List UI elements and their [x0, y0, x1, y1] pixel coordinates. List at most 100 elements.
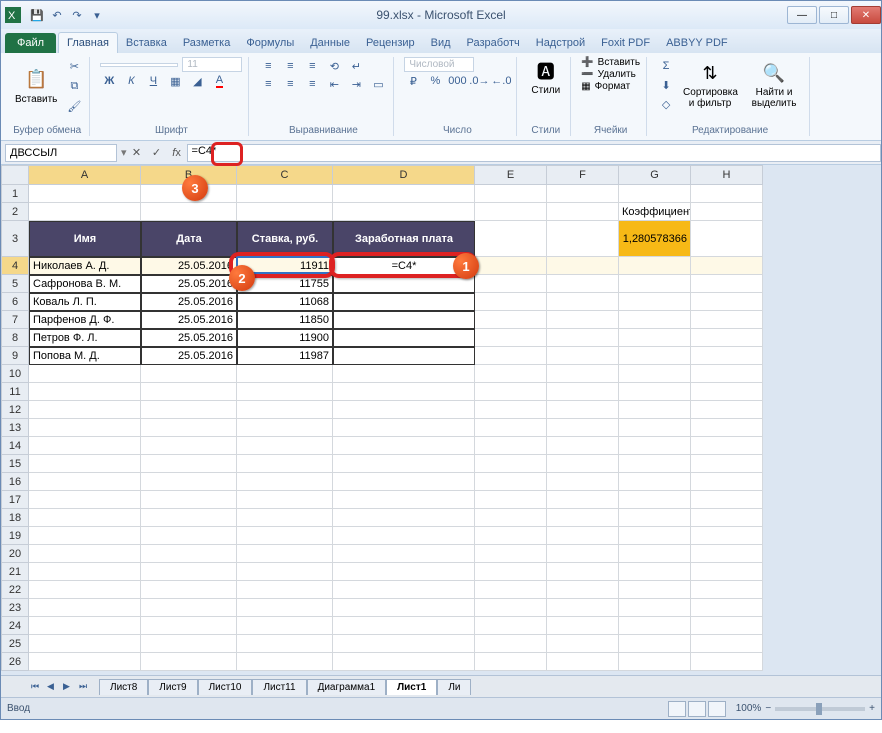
row-header-6[interactable]: 6 — [1, 293, 29, 311]
cell-B22[interactable] — [141, 581, 237, 599]
spreadsheet-grid[interactable]: КоэффициентИмяДатаСтавка, руб.Заработная… — [29, 185, 763, 675]
tab-layout[interactable]: Разметка — [175, 33, 239, 53]
cell-B25[interactable] — [141, 635, 237, 653]
cell-A21[interactable] — [29, 563, 141, 581]
cell-F23[interactable] — [547, 599, 619, 617]
styles-button[interactable]: 🅰Стили — [527, 57, 564, 98]
cell-D11[interactable] — [333, 383, 475, 401]
cells-insert-button[interactable]: ➕Вставить — [581, 57, 640, 68]
cell-F6[interactable] — [547, 293, 619, 311]
tab-review[interactable]: Рецензир — [358, 33, 423, 53]
cells-format-button[interactable]: ▦Формат — [581, 81, 640, 92]
cell-B11[interactable] — [141, 383, 237, 401]
number-format-select[interactable]: Числовой — [404, 57, 474, 72]
cell-F5[interactable] — [547, 275, 619, 293]
cell-B3[interactable]: Дата — [141, 221, 237, 257]
tab-prev-icon[interactable]: ◀ — [47, 681, 61, 692]
row-header-23[interactable]: 23 — [1, 599, 29, 617]
cell-E15[interactable] — [475, 455, 547, 473]
cell-D1[interactable] — [333, 185, 475, 203]
cell-E22[interactable] — [475, 581, 547, 599]
cell-D24[interactable] — [333, 617, 475, 635]
file-tab[interactable]: Файл — [5, 33, 56, 53]
cell-D25[interactable] — [333, 635, 475, 653]
cell-F10[interactable] — [547, 365, 619, 383]
dec-decimal-icon[interactable]: ←.0 — [492, 72, 510, 90]
undo-icon[interactable]: ↶ — [49, 7, 65, 23]
italic-icon[interactable]: К — [122, 72, 140, 90]
cell-G10[interactable] — [619, 365, 691, 383]
sheet-tab-Лист1[interactable]: Лист1 — [386, 679, 437, 695]
cancel-formula-icon[interactable]: ✕ — [127, 144, 147, 162]
clear-icon[interactable]: ◇ — [657, 95, 675, 113]
cell-H5[interactable] — [691, 275, 763, 293]
autosum-icon[interactable]: Σ — [657, 57, 675, 75]
cell-G16[interactable] — [619, 473, 691, 491]
tab-abbyy[interactable]: ABBYY PDF — [658, 33, 736, 53]
tab-insert[interactable]: Вставка — [118, 33, 175, 53]
row-header-17[interactable]: 17 — [1, 491, 29, 509]
cell-F2[interactable] — [547, 203, 619, 221]
cell-E14[interactable] — [475, 437, 547, 455]
cell-F7[interactable] — [547, 311, 619, 329]
cell-B14[interactable] — [141, 437, 237, 455]
cell-F12[interactable] — [547, 401, 619, 419]
cells-delete-button[interactable]: ➖Удалить — [581, 69, 640, 80]
sheet-tab-Ли[interactable]: Ли — [437, 679, 471, 695]
cell-C11[interactable] — [237, 383, 333, 401]
fill-icon[interactable]: ⬇ — [657, 76, 675, 94]
cell-G20[interactable] — [619, 545, 691, 563]
cell-B10[interactable] — [141, 365, 237, 383]
close-button[interactable]: ✕ — [851, 6, 881, 24]
cell-H12[interactable] — [691, 401, 763, 419]
cell-B17[interactable] — [141, 491, 237, 509]
cell-B13[interactable] — [141, 419, 237, 437]
cell-G22[interactable] — [619, 581, 691, 599]
cell-E7[interactable] — [475, 311, 547, 329]
cell-F25[interactable] — [547, 635, 619, 653]
align-mid-icon[interactable]: ≡ — [281, 57, 299, 75]
cell-C22[interactable] — [237, 581, 333, 599]
row-header-24[interactable]: 24 — [1, 617, 29, 635]
cell-G4[interactable] — [619, 257, 691, 275]
cell-E21[interactable] — [475, 563, 547, 581]
cell-E20[interactable] — [475, 545, 547, 563]
cell-B8[interactable]: 25.05.2016 — [141, 329, 237, 347]
cell-B20[interactable] — [141, 545, 237, 563]
cell-G13[interactable] — [619, 419, 691, 437]
cell-A2[interactable] — [29, 203, 141, 221]
cell-D26[interactable] — [333, 653, 475, 671]
col-header-D[interactable]: D — [333, 165, 475, 185]
cell-D2[interactable] — [333, 203, 475, 221]
row-header-14[interactable]: 14 — [1, 437, 29, 455]
insert-function-icon[interactable]: fx — [167, 144, 187, 162]
currency-icon[interactable]: ₽ — [404, 72, 422, 90]
cell-D6[interactable] — [333, 293, 475, 311]
cell-D9[interactable] — [333, 347, 475, 365]
cell-C19[interactable] — [237, 527, 333, 545]
cell-F15[interactable] — [547, 455, 619, 473]
cell-D13[interactable] — [333, 419, 475, 437]
cell-H6[interactable] — [691, 293, 763, 311]
sheet-tab-Диаграмма1[interactable]: Диаграмма1 — [307, 679, 387, 695]
cell-E24[interactable] — [475, 617, 547, 635]
tab-first-icon[interactable]: ⏮ — [31, 681, 45, 692]
view-break-icon[interactable] — [708, 701, 726, 717]
cell-C21[interactable] — [237, 563, 333, 581]
col-header-C[interactable]: C — [237, 165, 333, 185]
cell-H16[interactable] — [691, 473, 763, 491]
cell-F4[interactable] — [547, 257, 619, 275]
align-left-icon[interactable]: ≡ — [259, 75, 277, 93]
cell-A16[interactable] — [29, 473, 141, 491]
border-icon[interactable]: ▦ — [166, 72, 184, 90]
cell-G5[interactable] — [619, 275, 691, 293]
cell-E3[interactable] — [475, 221, 547, 257]
cell-G23[interactable] — [619, 599, 691, 617]
cell-G7[interactable] — [619, 311, 691, 329]
cell-B9[interactable]: 25.05.2016 — [141, 347, 237, 365]
cell-E5[interactable] — [475, 275, 547, 293]
col-header-B[interactable]: B — [141, 165, 237, 185]
tab-developer[interactable]: Разработч — [459, 33, 528, 53]
cell-B5[interactable]: 25.05.2016 — [141, 275, 237, 293]
col-header-E[interactable]: E — [475, 165, 547, 185]
